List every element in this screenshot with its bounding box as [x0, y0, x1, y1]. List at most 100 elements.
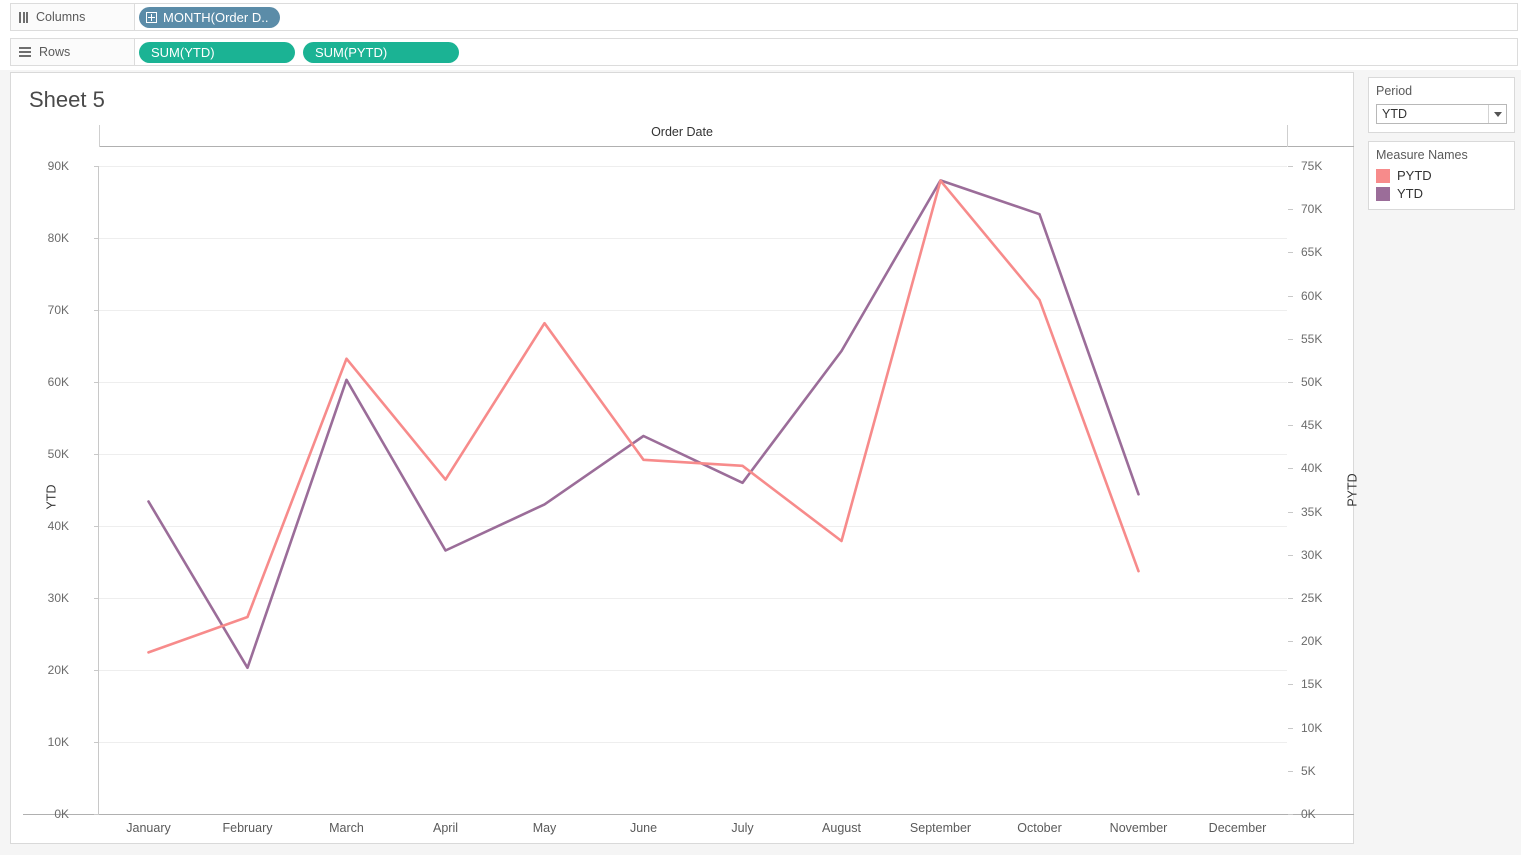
legend-color-swatch[interactable]: [1376, 186, 1390, 201]
left-axis-tick-label: 10K: [47, 735, 69, 749]
rows-shelf-label: Rows: [10, 38, 135, 66]
right-axis-tick-label: 55K: [1301, 331, 1323, 346]
period-filter-card: Period YTD: [1368, 77, 1515, 133]
right-axis-tick-mark: [1288, 511, 1293, 513]
left-axis-tick-label: 20K: [47, 663, 69, 677]
column-header-tick-right: [1287, 125, 1288, 147]
x-axis-tick-label: April: [432, 821, 459, 835]
legend-color-swatch[interactable]: [1376, 168, 1390, 183]
right-axis-tick-label: 0K: [1301, 807, 1316, 821]
series-line-pytd[interactable]: [147, 179, 1140, 654]
right-axis-tick-mark: [1288, 295, 1293, 297]
x-axis-tick-label: July: [731, 821, 754, 835]
worksheet-canvas: Sheet 5 Order Date YTD PYTD 0K 10K 20K 30K 4…: [10, 72, 1360, 845]
left-axis-tick-label: 0K: [54, 807, 69, 821]
right-axis-tick-mark: [1288, 814, 1293, 815]
pill-sum-pytd[interactable]: SUM(PYTD): [303, 41, 459, 63]
right-axis-tick-mark: [1288, 252, 1293, 254]
period-filter-title: Period: [1376, 84, 1413, 98]
left-axis-title: YTD: [44, 484, 59, 510]
legend-item[interactable]: YTD: [1376, 186, 1507, 201]
columns-shelf-dropzone[interactable]: MONTH(Order D..: [135, 3, 1518, 31]
right-axis-tick-label: 70K: [1301, 202, 1323, 217]
columns-shelf-row: Columns MONTH(Order D..: [10, 3, 1518, 31]
columns-shelf-label: Columns: [10, 3, 135, 31]
rows-shelf-dropzone[interactable]: SUM(YTD) SUM(PYTD): [135, 38, 1518, 66]
measure-names-title: Measure Names: [1376, 148, 1468, 162]
right-axis-title: PYTD: [1345, 473, 1360, 507]
columns-shelf-text: Columns: [36, 10, 86, 24]
right-axis-tick-label: 35K: [1301, 504, 1323, 519]
right-axis-tick-label: 30K: [1301, 547, 1323, 562]
x-axis-tick-label: November: [1109, 821, 1168, 835]
columns-icon: [19, 11, 28, 23]
shelf-area: Columns MONTH(Order D.. Rows SUM(YTD) SU…: [0, 0, 1521, 70]
pill-sum-ytd[interactable]: SUM(YTD): [139, 41, 295, 63]
series-line-ytd[interactable]: [147, 179, 1140, 670]
x-axis-tick-label: February: [222, 821, 273, 835]
x-axis-tick-label: September: [909, 821, 972, 835]
left-axis-tick-mark: [94, 814, 99, 815]
right-axis-tick-label: 60K: [1301, 288, 1323, 303]
right-axis-tick-mark: [1288, 382, 1293, 383]
legend-item-label: PYTD: [1397, 168, 1432, 183]
left-axis-tick-label: 70K: [47, 303, 69, 317]
column-axis-header: Order Date: [651, 125, 713, 139]
right-axis-tick-label: 25K: [1301, 591, 1323, 605]
right-axis-tick-mark: [1288, 641, 1293, 643]
column-header-tick-left: [99, 125, 100, 147]
x-axis-tick-label: December: [1208, 821, 1267, 835]
rows-shelf-row: Rows SUM(YTD) SUM(PYTD): [10, 38, 1518, 66]
pill-month-label: MONTH(Order D..: [163, 9, 269, 25]
pill-sum-pytd-label: SUM(PYTD): [315, 44, 388, 60]
right-axis-tick-mark: [1288, 770, 1293, 772]
tableau-worksheet-app: Columns MONTH(Order D.. Rows SUM(YTD) SU…: [0, 0, 1521, 855]
page-title: Sheet 5: [29, 87, 105, 112]
right-axis-tick-label: 45K: [1301, 418, 1323, 433]
x-axis-tick-label: June: [629, 821, 658, 835]
rows-icon: [19, 47, 31, 58]
period-select-value: YTD: [1382, 107, 1407, 121]
left-axis-tick-label: 30K: [47, 591, 69, 605]
bottom-axis-line: [23, 814, 1354, 815]
x-axis-labels: January February March April May June July Augu…: [99, 821, 1287, 845]
left-axis-tick-label: 60K: [47, 375, 69, 389]
x-axis-tick-label: October: [1017, 821, 1062, 835]
right-axis-tick-mark: [1288, 338, 1293, 340]
right-axis-tick-mark: [1288, 598, 1293, 599]
chart-lines-svg: [147, 179, 1140, 670]
right-axis-tick-mark: [1288, 554, 1293, 556]
chevron-down-icon[interactable]: [1488, 105, 1506, 123]
left-axis-tick-label: 90K: [47, 159, 69, 173]
measure-names-legend-card: Measure Names PYTD YTD: [1368, 141, 1515, 210]
right-axis-tick-label: 10K: [1301, 720, 1323, 735]
right-axis-tick-mark: [1288, 209, 1293, 211]
right-axis-tick-mark: [1288, 727, 1293, 729]
right-axis-tick-label: 40K: [1301, 461, 1323, 476]
x-axis-tick-label: August: [822, 821, 861, 835]
rows-shelf-text: Rows: [39, 45, 71, 59]
x-axis-tick-label: March: [329, 821, 364, 835]
legend-list: PYTD YTD: [1376, 168, 1507, 201]
right-axis-tick-label: 75K: [1301, 159, 1323, 173]
right-axis-tick-mark: [1288, 684, 1293, 686]
right-axis-tick-mark: [1288, 425, 1293, 427]
x-axis-tick-label: January: [126, 821, 171, 835]
column-header-rule: [99, 146, 1354, 147]
expand-plus-icon[interactable]: [146, 11, 157, 23]
chart-plot-area: [99, 166, 1287, 814]
left-axis-tick-label: 80K: [47, 231, 69, 245]
pill-month-order-date[interactable]: MONTH(Order D..: [139, 6, 281, 28]
right-axis-tick-mark: [1288, 468, 1293, 470]
left-axis-tick-label: 40K: [47, 519, 69, 533]
right-axis-tick-mark: [1288, 166, 1293, 167]
pill-sum-ytd-label: SUM(YTD): [151, 44, 215, 60]
period-select[interactable]: YTD: [1376, 104, 1507, 124]
right-axis-tick-label: 50K: [1301, 375, 1323, 389]
right-axis-tick-label: 15K: [1301, 677, 1323, 692]
legend-item[interactable]: PYTD: [1376, 168, 1507, 183]
left-axis-tick-label: 50K: [47, 447, 69, 461]
legend-item-label: YTD: [1397, 186, 1423, 201]
right-axis-tick-label: 5K: [1301, 763, 1316, 778]
right-axis-tick-label: 20K: [1301, 634, 1323, 649]
